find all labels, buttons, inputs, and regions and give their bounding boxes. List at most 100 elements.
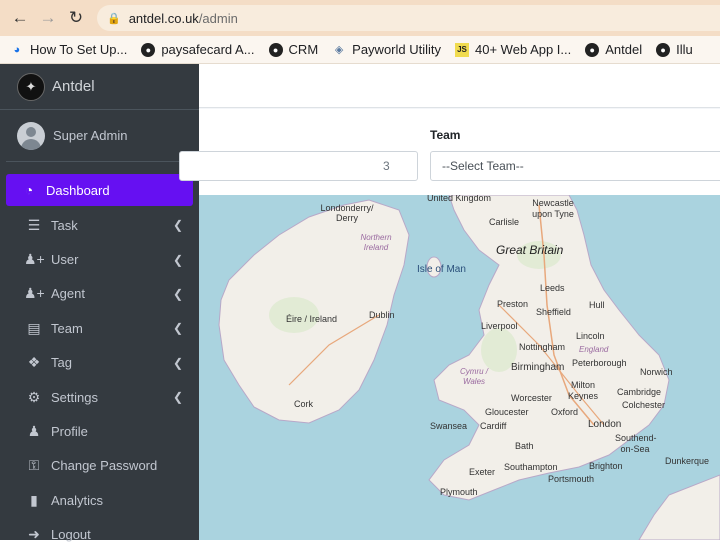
browser-toolbar: ← → ↻ 🔒 antdel.co.uk/admin [0, 0, 720, 36]
map-label: Cambridge [617, 387, 662, 397]
map-label: Milton Keynes [567, 380, 599, 401]
globe-icon: ● [656, 42, 671, 57]
map-label: Dublin [369, 310, 395, 320]
map-label: Southampton [504, 462, 558, 472]
sidebar-item-label: Team [51, 320, 83, 336]
url-host: antdel.co.uk [128, 10, 199, 26]
sidebar-item-label: Analytics [51, 492, 104, 508]
bookmark-illu[interactable]: ● Illu [656, 42, 693, 57]
map-label: Leeds [540, 283, 565, 293]
sidebar-item-user[interactable]: ♟+ User ❮ [6, 242, 193, 276]
filter-bar: 3 Team --Select Team-- [179, 109, 720, 195]
sidebar-item-change-password[interactable]: ⚿ Change Password [6, 449, 193, 483]
sidebar-item-dashboard[interactable]: ◔ Dashboard [6, 174, 193, 206]
brand-logo-icon: ✦ [17, 72, 45, 101]
bookmark-label: paysafecard A... [161, 42, 255, 57]
hw-icon: ◕ [13, 43, 21, 56]
globe-icon: ● [585, 42, 600, 57]
map-label: Éire / Ireland [286, 314, 338, 324]
bookmark-label: CRM [288, 42, 319, 57]
map-label: Northern Ireland [360, 233, 392, 252]
brand-link[interactable]: ✦ Antdel [0, 64, 199, 110]
bookmark-paysafecard[interactable]: ● paysafecard A... [141, 42, 255, 57]
sidebar-item-label: Agent [51, 286, 85, 302]
map-view[interactable]: United Kingdom Newcastle upon Tyne Londo… [199, 195, 720, 540]
filter-input-value: 3 [383, 159, 390, 173]
forward-icon[interactable]: → [34, 0, 62, 36]
sidebar-item-label: Task [51, 217, 78, 233]
sidebar-item-settings[interactable]: ⚙ Settings ❮ [6, 380, 193, 414]
map-label: Norwich [640, 367, 673, 377]
sidebar-item-logout[interactable]: ➜ Logout [6, 518, 193, 552]
map-label: Preston [497, 299, 529, 309]
dashboard-icon: ◔ [24, 182, 34, 198]
map-label: Southend-on-Sea [615, 433, 657, 454]
sidebar-item-label: User [51, 252, 79, 268]
gear-icon: ⚙ [27, 388, 41, 405]
chart-icon: ▮ [30, 491, 38, 508]
user-panel[interactable]: Super Admin [6, 110, 193, 162]
sidebar-item-team[interactable]: ▤ Team ❮ [6, 311, 193, 345]
map-label: Great Britain [496, 243, 564, 257]
sidebar-item-label: Tag [51, 355, 72, 371]
sidebar: ✦ Antdel Super Admin ◔ Dashboard ☰ Task … [0, 64, 199, 542]
map-label: Gloucester [485, 407, 529, 417]
map-label: Bath [515, 441, 534, 451]
team-select[interactable]: --Select Team-- [430, 151, 720, 181]
bookmark-web-app[interactable]: JS 40+ Web App I... [455, 42, 571, 57]
map-label: Portsmouth [548, 474, 595, 484]
bookmark-payworld[interactable]: ◈ Payworld Utility [332, 42, 441, 57]
map-label: London [588, 419, 622, 430]
chevron-left-icon: ❮ [172, 321, 183, 336]
map-label: Cardiff [480, 421, 507, 431]
map-label: Dunkerque [665, 456, 710, 466]
sidebar-item-profile[interactable]: ♟ Profile [6, 414, 193, 448]
chevron-left-icon: ❮ [172, 218, 183, 233]
logout-icon: ➜ [28, 526, 40, 543]
map-label: Newcastle upon Tyne [532, 198, 574, 219]
reload-icon[interactable]: ↻ [62, 0, 90, 36]
sidebar-menu: ◔ Dashboard ☰ Task ❮ ♟+ User ❮ ♟+ Agent … [0, 162, 199, 552]
map-label: Lincoln [576, 331, 605, 341]
bookmark-label: How To Set Up... [30, 42, 128, 57]
map-label: Plymouth [440, 487, 478, 497]
sidebar-item-tag[interactable]: ❖ Tag ❮ [6, 346, 193, 380]
tags-icon: ❖ [27, 354, 41, 371]
user-plus-icon: ♟+ [24, 285, 45, 302]
js-icon: JS [455, 42, 470, 57]
globe-icon: ● [141, 42, 156, 57]
map-label: Cork [294, 399, 314, 409]
brand-text: Antdel [52, 78, 95, 95]
map-label: England [579, 345, 609, 354]
book-icon: ▤ [27, 319, 41, 336]
user-name: Super Admin [53, 128, 128, 143]
address-bar[interactable]: 🔒 antdel.co.uk/admin [97, 5, 720, 31]
map-label: Nottingham [519, 342, 566, 352]
back-icon[interactable]: ← [6, 0, 34, 36]
map-label: Birmingham [511, 362, 565, 373]
map-label: Liverpool [481, 321, 518, 331]
filter-input[interactable]: 3 [179, 151, 418, 181]
map-label: Exeter [469, 467, 496, 477]
lock-icon: 🔒 [107, 12, 121, 25]
map-label: Sheffield [536, 307, 571, 317]
map-label: United Kingdom [427, 195, 492, 203]
chevron-left-icon: ❮ [172, 286, 183, 301]
user-icon: ♟ [27, 423, 41, 440]
user-plus-icon: ♟+ [24, 251, 45, 268]
bookmark-how-to[interactable]: ◕ How To Set Up... [10, 42, 128, 57]
payworld-icon: ◈ [334, 44, 344, 56]
url-path: /admin [198, 10, 238, 26]
sidebar-item-label: Change Password [51, 458, 158, 474]
map-label: Swansea [430, 421, 468, 431]
sidebar-item-task[interactable]: ☰ Task ❮ [6, 208, 193, 242]
bookmark-antdel[interactable]: ● Antdel [585, 42, 642, 57]
sidebar-item-agent[interactable]: ♟+ Agent ❮ [6, 277, 193, 311]
bookmark-label: 40+ Web App I... [475, 42, 572, 57]
chevron-left-icon: ❮ [172, 390, 183, 405]
list-icon: ☰ [27, 216, 41, 233]
bookmark-label: Payworld Utility [352, 42, 442, 57]
sidebar-item-analytics[interactable]: ▮ Analytics [6, 483, 193, 517]
map-label: Peterborough [572, 358, 627, 368]
bookmark-crm[interactable]: ● CRM [268, 42, 319, 57]
